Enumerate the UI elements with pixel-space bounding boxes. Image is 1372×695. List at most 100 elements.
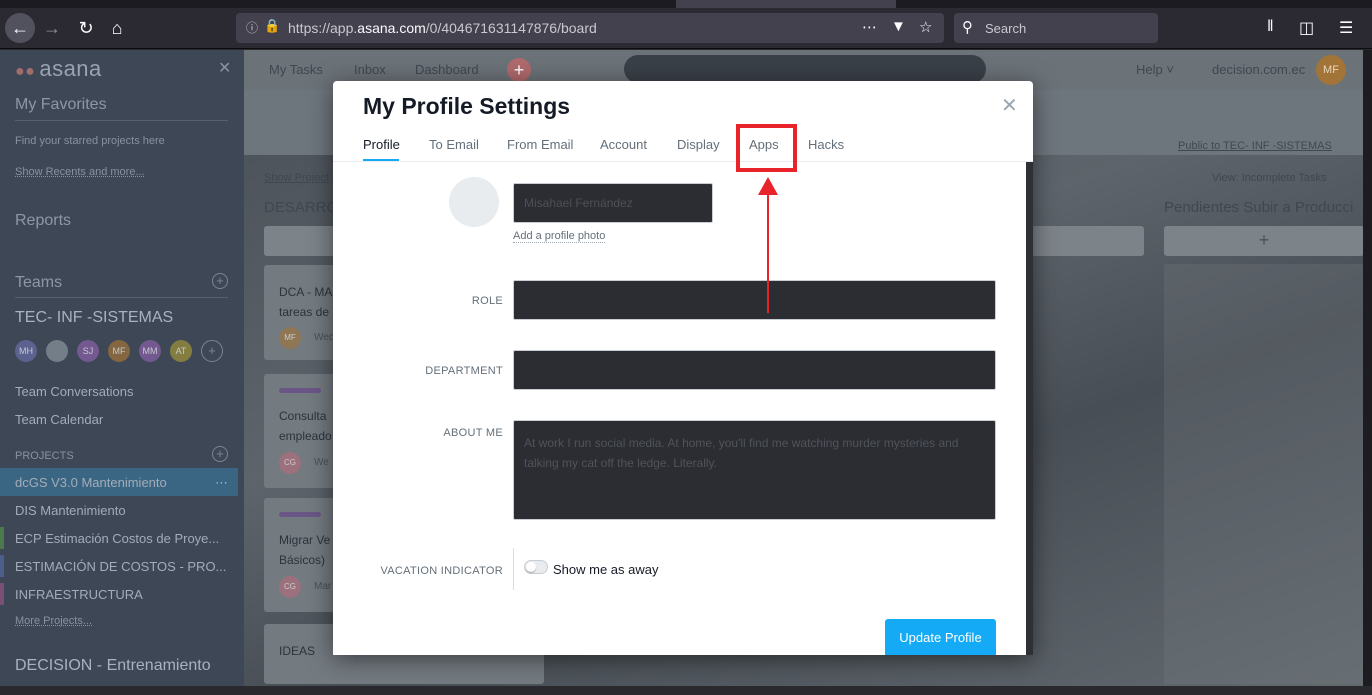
- update-profile-button[interactable]: Update Profile: [885, 619, 996, 655]
- second-team-name[interactable]: DECISION - Entrenamiento: [15, 657, 211, 675]
- tab-display[interactable]: Display: [677, 137, 720, 152]
- vacation-label: VACATION INDICATOR: [380, 565, 503, 577]
- project-options-icon[interactable]: ⋯: [215, 475, 228, 491]
- card-avatar[interactable]: MF: [279, 327, 301, 349]
- page-scrollbar[interactable]: [1363, 50, 1372, 686]
- team-name[interactable]: TEC- INF -SISTEMAS: [15, 309, 173, 327]
- name-value: Misahael Fernández: [524, 196, 633, 210]
- team-member-avatar[interactable]: [46, 340, 68, 362]
- card-due: Wed: [314, 332, 335, 343]
- url-bar[interactable]: ⓘ 🔒 https://app.asana.com/0/404671631147…: [236, 13, 944, 43]
- card-tag-bar: [279, 388, 321, 393]
- card-due: We: [314, 457, 329, 468]
- active-browser-tab[interactable]: [676, 0, 896, 8]
- home-icon[interactable]: ⌂: [103, 14, 131, 42]
- org-switcher[interactable]: decision.com.ec: [1212, 62, 1305, 77]
- department-field[interactable]: [513, 350, 996, 390]
- project-item[interactable]: ECP Estimación Costos de Proye...: [15, 531, 219, 546]
- board-column: [1164, 264, 1364, 684]
- column-title[interactable]: Pendientes Subir a Producci: [1164, 199, 1353, 216]
- dashboard-link[interactable]: Dashboard: [415, 62, 479, 77]
- my-tasks-link[interactable]: My Tasks: [269, 62, 323, 77]
- reload-icon[interactable]: ↻: [72, 14, 100, 42]
- card-avatar[interactable]: CG: [279, 452, 301, 474]
- team-member-avatar[interactable]: SJ: [77, 340, 99, 362]
- add-team-icon[interactable]: +: [212, 273, 228, 289]
- menu-icon[interactable]: ☰: [1339, 18, 1353, 38]
- project-item[interactable]: INFRAESTRUCTURA: [15, 587, 143, 602]
- annotation-highlight-box: [736, 124, 797, 172]
- profile-photo-placeholder[interactable]: [449, 177, 499, 227]
- forward-icon[interactable]: →: [38, 14, 66, 42]
- divider: [15, 297, 228, 298]
- card-avatar[interactable]: CG: [279, 576, 301, 598]
- modal-title: My Profile Settings: [363, 93, 571, 119]
- privacy-link[interactable]: Public to TEC- INF -SISTEMAS: [1178, 140, 1332, 152]
- star-icon[interactable]: ☆: [919, 18, 932, 36]
- add-project-icon[interactable]: +: [212, 446, 228, 462]
- project-item[interactable]: dcGS V3.0 Mantenimiento: [15, 475, 167, 490]
- show-recents-link[interactable]: Show Recents and more...: [15, 166, 145, 178]
- tab-to-email[interactable]: To Email: [429, 137, 479, 152]
- card-due: Mar: [314, 581, 332, 592]
- divider: [513, 548, 514, 590]
- tab-account[interactable]: Account: [600, 137, 647, 152]
- project-color-stripe: [0, 583, 4, 605]
- profile-settings-modal: My Profile Settings ✕ Profile To Email F…: [333, 81, 1033, 655]
- team-member-avatar[interactable]: MF: [108, 340, 130, 362]
- close-sidebar-icon[interactable]: ✕: [218, 58, 231, 78]
- favorites-hint: Find your starred projects here: [15, 135, 165, 147]
- browser-search[interactable]: ⚲ Search: [954, 13, 1158, 43]
- project-item[interactable]: ESTIMACIÓN DE COSTOS - PRO...: [15, 559, 226, 574]
- library-icon[interactable]: ‖: [1267, 18, 1274, 36]
- task-card[interactable]: Migrar Ve Básicos) CG Mar: [264, 498, 344, 612]
- tab-hacks[interactable]: Hacks: [808, 137, 844, 152]
- add-member-icon[interactable]: +: [201, 340, 223, 362]
- help-menu[interactable]: Help ˅: [1136, 62, 1174, 77]
- modal-scrollbar[interactable]: [1026, 162, 1033, 655]
- asana-logo[interactable]: ●● asana: [15, 56, 102, 82]
- asana-dots-icon: ●●: [15, 63, 36, 80]
- reports-link[interactable]: Reports: [15, 212, 71, 230]
- close-icon[interactable]: ✕: [1001, 93, 1018, 118]
- show-project-link[interactable]: Show Project: [264, 172, 329, 184]
- quick-add-button[interactable]: +: [507, 58, 531, 82]
- divider: [15, 120, 228, 121]
- more-icon[interactable]: ⋯: [862, 18, 877, 36]
- tab-from-email[interactable]: From Email: [507, 137, 573, 152]
- team-member-avatar[interactable]: MM: [139, 340, 161, 362]
- task-card[interactable]: DCA - MA tareas de MF Wed: [264, 265, 344, 360]
- asana-search-input[interactable]: [624, 55, 986, 83]
- favorites-title[interactable]: My Favorites: [15, 96, 107, 114]
- user-avatar[interactable]: MF: [1316, 55, 1346, 85]
- team-member-avatar[interactable]: AT: [170, 340, 192, 362]
- team-calendar-link[interactable]: Team Calendar: [15, 412, 103, 427]
- lock-icon: 🔒: [264, 18, 281, 33]
- pocket-icon[interactable]: ▼: [891, 18, 906, 35]
- back-icon[interactable]: ←: [5, 13, 35, 43]
- column-title[interactable]: DESARRO: [264, 199, 338, 216]
- card-tag-bar: [279, 512, 321, 517]
- annotation-arrow-line: [767, 191, 769, 313]
- add-profile-photo-link[interactable]: Add a profile photo: [513, 230, 606, 243]
- info-icon[interactable]: ⓘ: [246, 19, 258, 36]
- task-card[interactable]: Consulta empleado CG We: [264, 374, 344, 488]
- add-task-button[interactable]: +: [1164, 226, 1364, 256]
- role-label: ROLE: [471, 295, 503, 307]
- team-member-avatar[interactable]: MH: [15, 340, 37, 362]
- vacation-toggle[interactable]: [524, 560, 548, 574]
- team-conversations-link[interactable]: Team Conversations: [15, 384, 134, 399]
- more-projects-link[interactable]: More Projects...: [15, 615, 92, 627]
- sidebar-icon[interactable]: ◫: [1299, 18, 1314, 38]
- add-task-row[interactable]: [264, 226, 344, 256]
- card-title: DCA - MA: [279, 285, 333, 299]
- name-field[interactable]: Misahael Fernández: [513, 183, 713, 223]
- inbox-link[interactable]: Inbox: [354, 62, 386, 77]
- view-filter[interactable]: View: Incomplete Tasks: [1212, 172, 1327, 184]
- sidebar: ●● asana ✕ My Favorites Find your starred…: [0, 50, 244, 686]
- project-item[interactable]: DIS Mantenimiento: [15, 503, 126, 518]
- vacation-toggle-label[interactable]: Show me as away: [553, 562, 659, 577]
- about-me-textarea[interactable]: At work I run social media. At home, you…: [513, 420, 996, 520]
- role-field[interactable]: [513, 280, 996, 320]
- tab-profile[interactable]: Profile: [363, 137, 400, 152]
